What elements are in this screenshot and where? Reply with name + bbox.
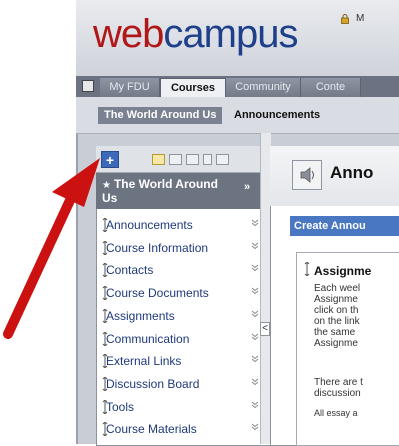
course-menu-item[interactable]: Discussion Board — [96, 373, 270, 395]
course-menu-item-label: Communication — [106, 331, 190, 346]
announcement-line: All essay a — [314, 408, 358, 418]
chevron-down-icon[interactable] — [251, 355, 259, 363]
refresh-icon[interactable] — [203, 154, 212, 165]
window-view-icon[interactable] — [186, 154, 199, 165]
announcement-line: the same — [314, 327, 356, 338]
announcement-title: Assignme — [314, 264, 372, 278]
page-title: Anno — [330, 163, 374, 182]
user-name-text: M — [356, 13, 365, 24]
chevron-down-icon[interactable] — [251, 401, 259, 409]
tab-content[interactable]: Conte — [301, 78, 361, 97]
speaker-glyph-icon — [300, 167, 314, 183]
course-menu-item-label: Course Materials — [106, 422, 197, 437]
grid-icon[interactable] — [82, 80, 94, 92]
announcement-body: Each weel Assignme click on th on the li… — [314, 283, 399, 349]
add-menu-item-button[interactable]: + — [101, 151, 119, 168]
course-menu-item[interactable]: Course Materials — [96, 418, 270, 440]
announcement-line: discussion — [314, 388, 361, 399]
course-menu-item[interactable]: Course Information — [96, 237, 270, 259]
breadcrumb-course[interactable]: The World Around Us — [98, 107, 223, 124]
star-icon: ★ — [102, 180, 111, 191]
list-view-icon[interactable] — [169, 154, 182, 165]
lock-icon — [341, 14, 349, 24]
announcement-line: Each weel — [314, 283, 361, 294]
drag-handle-icon[interactable] — [304, 262, 310, 276]
create-announcement-button[interactable]: Create Annou — [290, 216, 399, 236]
announcement-line: Assignme — [314, 294, 358, 305]
course-menu-item-label: Tools — [106, 399, 135, 414]
announcement-paragraph: There are t discussion — [314, 377, 399, 399]
announcement-paragraph: All essay a — [314, 408, 399, 419]
breadcrumb-current: Announcements — [234, 109, 321, 121]
course-menu-item-label: Assignments — [106, 308, 175, 323]
announcement-line: click on th — [314, 305, 359, 316]
course-menu-item[interactable]: Communication — [96, 328, 270, 350]
chevron-down-icon[interactable] — [251, 287, 259, 295]
collapse-panel-button[interactable]: < — [260, 322, 270, 336]
chevron-down-icon[interactable] — [251, 219, 259, 227]
tab-community[interactable]: Community — [226, 78, 301, 97]
course-menu-item[interactable]: Assignments — [96, 305, 270, 327]
speaker-icon — [292, 160, 322, 190]
course-menu-item-label: Course Information — [106, 240, 209, 255]
course-menu-item[interactable]: External Links — [96, 350, 270, 372]
manage-icon[interactable] — [216, 154, 229, 165]
course-menu-item-label: Discussion Board — [106, 376, 200, 391]
chevron-down-icon[interactable] — [251, 378, 259, 386]
tab-my-fdu[interactable]: My FDU — [100, 78, 160, 97]
course-menu-item[interactable]: Tools — [96, 396, 270, 418]
chevron-down-icon[interactable] — [251, 423, 259, 431]
folder-view-icon[interactable] — [152, 154, 165, 165]
logo-campus-text: campus — [163, 12, 298, 56]
course-title-text: The World Around Us — [102, 177, 218, 205]
collapse-menu-button[interactable]: » — [244, 181, 258, 193]
course-title[interactable]: ★ The World Around Us — [102, 178, 232, 205]
course-menu-item-label: External Links — [106, 354, 182, 369]
announcement-line: Assignme — [314, 338, 358, 349]
announcement-line: There are t — [314, 377, 363, 388]
chevron-down-icon[interactable] — [251, 310, 259, 318]
course-menu-item-label: Announcements — [106, 218, 193, 232]
tab-courses[interactable]: Courses — [160, 78, 226, 97]
course-menu-item[interactable]: Contacts — [96, 259, 270, 281]
announcement-line: on the link — [314, 316, 360, 327]
course-menu-toolbar — [96, 146, 270, 173]
chevron-down-icon[interactable] — [251, 242, 259, 250]
course-menu-item-label: Course Documents — [106, 286, 209, 301]
course-menu-item-label: Contacts — [106, 263, 154, 278]
chevron-down-icon[interactable] — [251, 264, 259, 272]
course-menu-item[interactable]: Announcements — [96, 214, 270, 236]
webcampus-logo: webcampus — [93, 12, 298, 56]
logo-web-text: web — [93, 12, 164, 56]
course-menu-item[interactable]: Course Documents — [96, 282, 270, 304]
chevron-down-icon[interactable] — [251, 333, 259, 341]
